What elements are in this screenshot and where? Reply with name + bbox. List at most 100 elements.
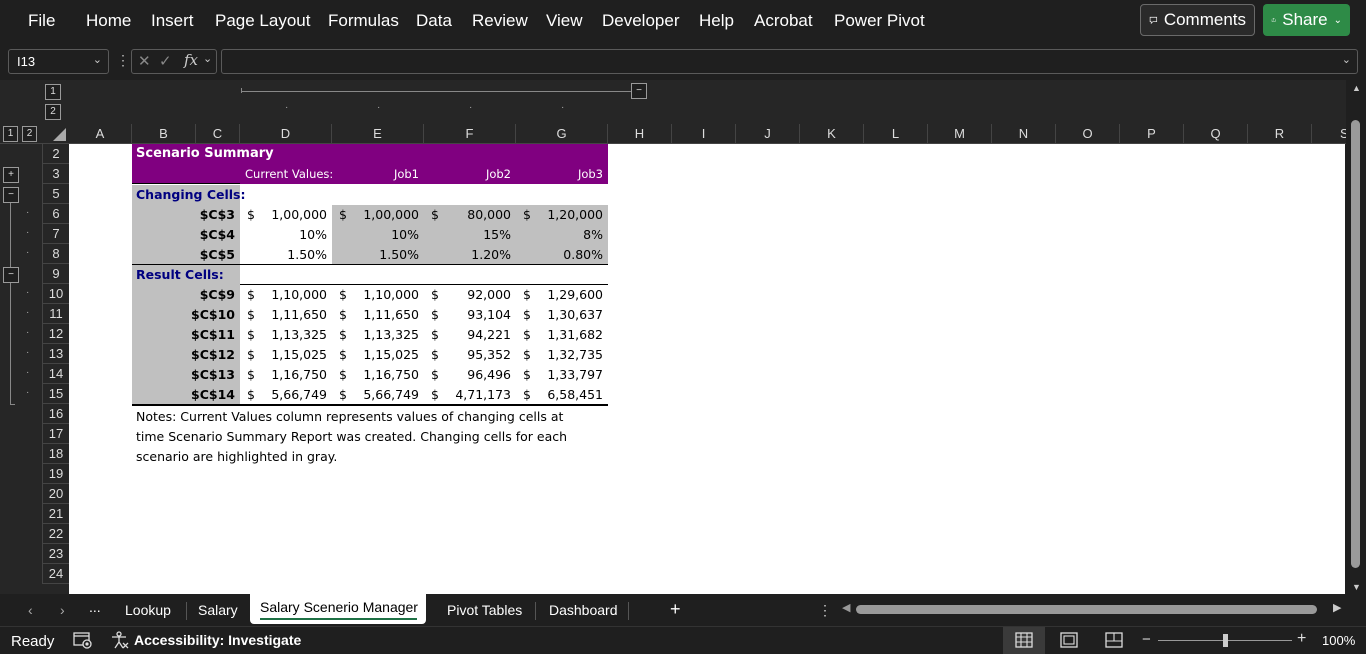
scenario-summary-title[interactable]: Scenario Summary — [132, 144, 608, 164]
add-sheet-button[interactable]: + — [670, 599, 681, 620]
col-header-p[interactable]: P — [1120, 124, 1184, 144]
row-outline-level-2[interactable]: 2 — [22, 126, 37, 142]
tab-review[interactable]: Review — [472, 11, 528, 31]
page-break-view-icon[interactable] — [1105, 632, 1123, 648]
row-header[interactable]: 12 — [42, 324, 69, 344]
col-collapse-button[interactable]: − — [631, 83, 647, 99]
tab-developer[interactable]: Developer — [602, 11, 680, 31]
sheet-tab-pivot-tables[interactable]: Pivot Tables — [447, 602, 522, 618]
header-job3[interactable]: Job3 — [516, 164, 608, 184]
header-job1[interactable]: Job1 — [332, 164, 424, 184]
value-cell[interactable]: 1,15,025 — [240, 345, 332, 365]
ref-c3[interactable]: $C$3 — [132, 205, 240, 225]
notes-line[interactable]: Notes: Current Values column represents … — [132, 407, 612, 427]
row-header[interactable]: 16 — [42, 404, 69, 424]
value-cell[interactable]: 1.50% — [240, 245, 332, 265]
value-cell[interactable]: 1,32,735 — [516, 345, 608, 365]
ref-c4[interactable]: $C$4 — [132, 225, 240, 245]
row-header[interactable]: 13 — [42, 344, 69, 364]
value-cell[interactable]: 1,10,000 — [240, 285, 332, 305]
ref-c9[interactable]: $C$9 — [132, 285, 240, 305]
tab-page-layout[interactable]: Page Layout — [215, 11, 310, 31]
col-header-i[interactable]: I — [672, 124, 736, 144]
zoom-slider-thumb[interactable] — [1223, 634, 1228, 647]
sheet-tab-active[interactable]: Salary Scenerio Manager — [250, 594, 426, 624]
normal-view-button[interactable] — [1003, 627, 1045, 654]
value-cell[interactable]: 1,30,637 — [516, 305, 608, 325]
vertical-scrollbar[interactable]: ▲ ▼ — [1346, 80, 1366, 594]
value-cell[interactable]: 6,58,451 — [516, 385, 608, 405]
ref-c10[interactable]: $C$10 — [132, 305, 240, 325]
col-header-m[interactable]: M — [928, 124, 992, 144]
row-header[interactable]: 18 — [42, 444, 69, 464]
row-header[interactable]: 20 — [42, 484, 69, 504]
more-sheets-button[interactable]: ... — [89, 599, 101, 615]
formula-input[interactable]: ⌄ — [221, 49, 1358, 74]
sheet-tab-dashboard[interactable]: Dashboard — [549, 602, 618, 618]
comments-button[interactable]: Comments — [1140, 4, 1255, 36]
value-cell[interactable]: 1,00,000 — [240, 205, 332, 225]
result-cells-label[interactable]: Result Cells: — [132, 265, 240, 285]
horizontal-scroll-thumb[interactable] — [856, 605, 1317, 614]
row-header[interactable]: 10 — [42, 284, 69, 304]
row-header[interactable]: 21 — [42, 504, 69, 524]
value-cell[interactable]: 1,11,650 — [240, 305, 332, 325]
col-header-f[interactable]: F — [424, 124, 516, 144]
value-cell[interactable]: 1,13,325 — [332, 325, 424, 345]
expand-formula-icon[interactable]: ⌄ — [1342, 53, 1351, 66]
row-header[interactable]: 24 — [42, 564, 69, 584]
scroll-up-icon[interactable]: ▲ — [1352, 83, 1361, 93]
row-header[interactable]: 3 — [42, 164, 69, 184]
row-header[interactable]: 5 — [42, 184, 69, 204]
zoom-out-button[interactable]: − — [1142, 631, 1151, 648]
chevron-down-icon[interactable]: ⌄ — [203, 52, 212, 65]
value-cell[interactable]: 1,11,650 — [332, 305, 424, 325]
row-header[interactable]: 2 — [42, 144, 69, 164]
col-header-b[interactable]: B — [132, 124, 196, 144]
value-cell[interactable]: 80,000 — [424, 205, 516, 225]
value-cell[interactable]: 1,31,682 — [516, 325, 608, 345]
value-cell[interactable]: 1,15,025 — [332, 345, 424, 365]
col-outline-level-2[interactable]: 2 — [45, 104, 61, 120]
value-cell[interactable]: 92,000 — [424, 285, 516, 305]
row-collapse-button[interactable]: − — [3, 187, 19, 203]
value-cell[interactable]: 95,352 — [424, 345, 516, 365]
row-header[interactable]: 8 — [42, 244, 69, 264]
value-cell[interactable]: 93,104 — [424, 305, 516, 325]
value-cell[interactable]: 1,00,000 — [332, 205, 424, 225]
col-outline-level-1[interactable]: 1 — [45, 84, 61, 100]
chevron-down-icon[interactable]: ⌄ — [93, 53, 102, 66]
tab-split-handle-icon[interactable]: ⋮ — [818, 602, 832, 619]
value-cell[interactable]: 10% — [240, 225, 332, 245]
vertical-scroll-thumb[interactable] — [1351, 120, 1360, 568]
tab-file[interactable]: File — [28, 11, 55, 31]
zoom-level[interactable]: 100% — [1322, 633, 1355, 648]
row-header[interactable]: 22 — [42, 524, 69, 544]
ref-c12[interactable]: $C$12 — [132, 345, 240, 365]
tab-help[interactable]: Help — [699, 11, 734, 31]
notes-line[interactable]: time Scenario Summary Report was created… — [132, 427, 612, 447]
col-header-n[interactable]: N — [992, 124, 1056, 144]
ref-c13[interactable]: $C$13 — [132, 365, 240, 385]
value-cell[interactable]: 5,66,749 — [332, 385, 424, 405]
col-header-k[interactable]: K — [800, 124, 864, 144]
value-cell[interactable]: 1,16,750 — [332, 365, 424, 385]
enter-icon[interactable]: ✓ — [159, 52, 172, 70]
tab-data[interactable]: Data — [416, 11, 452, 31]
value-cell[interactable]: 94,221 — [424, 325, 516, 345]
col-header-q[interactable]: Q — [1184, 124, 1248, 144]
share-button[interactable]: Share ⌄ — [1263, 4, 1350, 36]
tab-insert[interactable]: Insert — [151, 11, 194, 31]
header-job2[interactable]: Job2 — [424, 164, 516, 184]
ref-c14[interactable]: $C$14 — [132, 385, 240, 405]
value-cell[interactable]: 1,10,000 — [332, 285, 424, 305]
col-header-c[interactable]: C — [196, 124, 240, 144]
macro-record-icon[interactable] — [73, 632, 93, 649]
col-header-s[interactable]: S — [1312, 124, 1346, 144]
row-collapse-button[interactable]: − — [3, 267, 19, 283]
row-header[interactable]: 17 — [42, 424, 69, 444]
value-cell[interactable]: 8% — [516, 225, 608, 245]
row-expand-button[interactable]: + — [3, 167, 19, 183]
worksheet-grid[interactable]: Scenario Summary Current Values: Job1 Jo… — [69, 144, 1345, 594]
value-cell[interactable]: 96,496 — [424, 365, 516, 385]
